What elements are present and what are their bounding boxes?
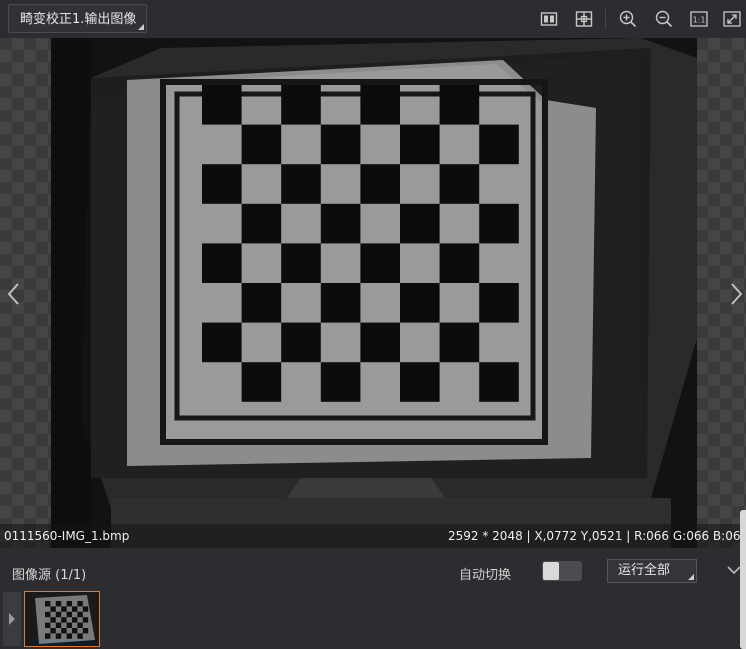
thumb-checker-square xyxy=(77,611,83,618)
calibration-photo xyxy=(51,38,697,548)
thumb-checker-square xyxy=(72,606,78,612)
checker-square xyxy=(479,283,519,323)
checker-square xyxy=(400,283,440,323)
toolbar-separator xyxy=(605,9,606,29)
image-viewer[interactable] xyxy=(0,38,746,548)
thumb-checker-square xyxy=(55,601,62,607)
thumb-checker-square xyxy=(66,601,72,607)
thumb-checker-square xyxy=(82,628,89,634)
checker-square xyxy=(320,362,361,402)
run-all-label: 运行全部 xyxy=(618,563,671,578)
thumb-checker-square xyxy=(55,611,62,618)
thumb-checker-square xyxy=(66,611,72,618)
collapse-chevron-icon[interactable] xyxy=(727,565,741,575)
checker-square xyxy=(320,203,361,244)
panel-title: 图像源 (1/1) xyxy=(12,568,87,583)
checker-square xyxy=(241,362,282,402)
checker-square xyxy=(360,164,400,204)
checker-square xyxy=(360,322,400,363)
checker-square xyxy=(479,203,519,244)
image-thumbnail[interactable] xyxy=(24,591,100,647)
checker-square xyxy=(439,322,480,363)
image-filename: 0111560-IMG_1.bmp xyxy=(4,529,130,543)
crosshair-grid-icon[interactable] xyxy=(575,10,593,28)
checker-square xyxy=(439,164,480,204)
checker-square xyxy=(241,203,282,244)
checker-square xyxy=(281,85,321,125)
expand-arrow-icon xyxy=(9,613,15,625)
checker-square xyxy=(241,283,282,323)
split-view-icon[interactable] xyxy=(540,10,558,28)
thumb-checker-square xyxy=(66,633,72,639)
thumb-checker-square xyxy=(72,628,78,634)
checker-square xyxy=(202,243,242,283)
top-toolbar: 畸变校正1.输出图像 1:1 xyxy=(0,0,746,38)
checker-square xyxy=(241,124,282,165)
thumb-checker-square xyxy=(45,611,51,618)
thumb-checker-square xyxy=(77,633,83,639)
checker-square xyxy=(360,243,400,283)
panel-scrollbar[interactable] xyxy=(740,510,746,649)
image-source-panel: 图像源 (1/1) 自动切换 运行全部 xyxy=(0,548,746,649)
checker-square xyxy=(479,124,519,165)
checker-square xyxy=(360,85,400,125)
thumb-checker-square xyxy=(66,622,72,628)
checker-square xyxy=(281,243,321,283)
thumb-checker-square xyxy=(61,617,67,623)
checker-square xyxy=(202,322,242,363)
checkerboard-image xyxy=(51,38,697,548)
thumbnail-image xyxy=(25,592,99,646)
thumb-checker-square xyxy=(82,617,89,623)
auto-switch-toggle[interactable] xyxy=(542,561,582,581)
checker-square xyxy=(439,85,480,125)
checker-square xyxy=(400,203,440,244)
thumb-checker-square xyxy=(61,606,67,612)
checker-square xyxy=(202,164,242,204)
thumb-checker-square xyxy=(50,606,56,612)
checker-square xyxy=(400,362,440,402)
actual-size-icon[interactable]: 1:1 xyxy=(690,10,708,28)
fit-screen-icon[interactable] xyxy=(723,10,741,28)
image-source-select[interactable]: 畸变校正1.输出图像 xyxy=(8,4,147,33)
checker-square xyxy=(479,362,519,402)
thumb-checker-square xyxy=(50,628,56,634)
thumb-checker-square xyxy=(72,617,78,623)
thumb-checker-square xyxy=(50,617,56,623)
thumb-checker-square xyxy=(77,622,83,628)
thumb-checker-square xyxy=(82,606,89,612)
checker-square xyxy=(202,85,242,125)
thumb-checker-square xyxy=(45,601,51,607)
thumb-checker-square xyxy=(45,633,51,639)
thumb-checker-square xyxy=(55,633,62,639)
pixel-info: 2592 * 2048 | X,0772 Y,0521 | R:066 G:06… xyxy=(448,529,746,543)
run-all-button[interactable]: 运行全部 xyxy=(607,559,697,583)
checker-square xyxy=(439,243,480,283)
image-status-bar: 0111560-IMG_1.bmp 2592 * 2048 | X,0772 Y… xyxy=(0,524,746,548)
checker-square xyxy=(320,124,361,165)
zoom-out-icon[interactable] xyxy=(655,10,673,28)
checker-square xyxy=(320,283,361,323)
auto-switch-label: 自动切换 xyxy=(459,568,512,583)
actual-size-text: 1:1 xyxy=(693,16,706,25)
next-image-arrow-icon[interactable] xyxy=(726,281,746,307)
checker-square xyxy=(281,322,321,363)
thumb-checker-square xyxy=(45,622,51,628)
checker-square xyxy=(400,124,440,165)
dropdown-corner-icon xyxy=(138,24,144,30)
thumbnail-strip-toggle[interactable] xyxy=(3,592,21,646)
toggle-knob xyxy=(543,562,559,580)
zoom-in-icon[interactable] xyxy=(619,10,637,28)
thumb-checker-square xyxy=(55,622,62,628)
previous-image-arrow-icon[interactable] xyxy=(4,281,24,307)
dropdown-corner-icon xyxy=(688,574,694,580)
thumb-checker-square xyxy=(77,601,83,607)
checker-square xyxy=(281,164,321,204)
image-source-select-label: 畸变校正1.输出图像 xyxy=(20,12,137,27)
thumb-checker-square xyxy=(61,628,67,634)
